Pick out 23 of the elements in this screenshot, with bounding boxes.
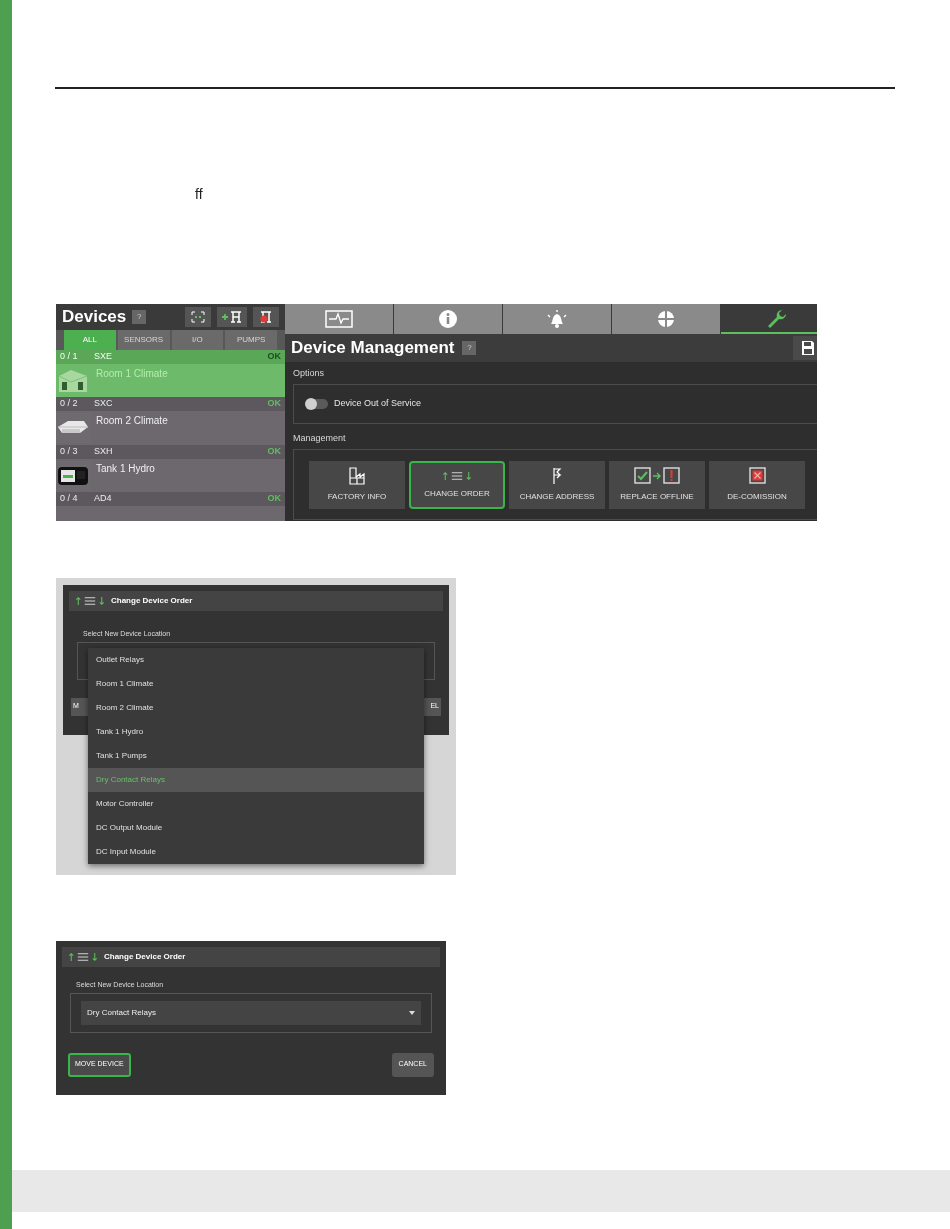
- device-model: SXE: [94, 349, 113, 363]
- device-name: Room 1 Climate: [96, 366, 168, 381]
- devices-title: Devices: [62, 306, 127, 328]
- device-status: OK: [267, 444, 281, 458]
- device-status: OK: [267, 397, 281, 411]
- page-text: ff: [195, 186, 204, 202]
- device-index: 0 / 2: [60, 397, 79, 411]
- device-name: Tank 1 Hydro: [96, 461, 155, 476]
- toggle-label: Device Out of Service: [334, 396, 422, 410]
- device-model: SXH: [94, 444, 114, 458]
- dialog-title: Change Device Order: [104, 951, 186, 963]
- device-model: AD4: [94, 492, 113, 506]
- panel-title: Device Management: [291, 337, 455, 360]
- dialog-title: Change Device Order: [111, 595, 193, 607]
- device-index: 0 / 4: [60, 492, 79, 506]
- device-status: OK: [267, 349, 281, 363]
- section-label: Options: [293, 367, 326, 380]
- device-status: OK: [267, 492, 281, 506]
- device-model: SXC: [94, 397, 114, 411]
- device-index: 0 / 1: [60, 349, 79, 363]
- device-name: Room 2 Climate: [96, 414, 168, 428]
- device-index: 0 / 3: [60, 444, 79, 458]
- section-label: Management: [293, 431, 347, 445]
